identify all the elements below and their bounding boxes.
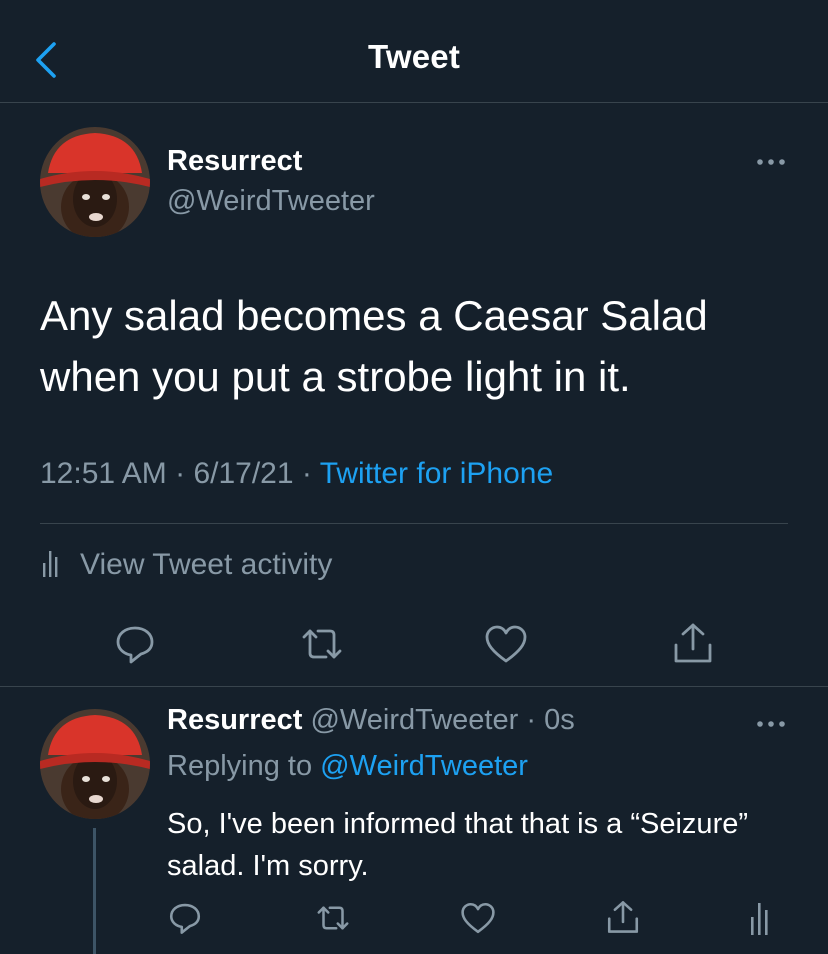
more-icon	[757, 721, 785, 727]
replying-to: Replying to @WeirdTweeter	[167, 750, 528, 783]
meta-separator: ·	[175, 457, 186, 490]
reply-avatar[interactable]	[40, 709, 150, 819]
thread-connector-line	[93, 828, 96, 954]
tweet-time: 12:51 AM	[40, 457, 167, 490]
reply-text: So, I've been informed that that is a “S…	[167, 808, 749, 882]
retweet-icon	[317, 906, 349, 930]
reply-author-handle[interactable]: @WeirdTweeter	[310, 704, 518, 736]
author-name[interactable]: Resurrect	[167, 145, 302, 178]
share-button[interactable]	[672, 621, 714, 665]
view-tweet-activity-button[interactable]: View Tweet activity	[40, 548, 332, 585]
reply-icon	[116, 626, 154, 664]
reply-reply-button[interactable]	[168, 901, 202, 935]
reply-button[interactable]	[114, 623, 156, 665]
divider	[40, 523, 788, 524]
meta-separator: ·	[301, 457, 312, 490]
like-icon	[485, 625, 527, 663]
more-icon	[757, 159, 785, 165]
reply-share-button[interactable]	[606, 899, 640, 935]
header-divider	[0, 102, 828, 103]
avatar-image	[40, 709, 150, 819]
avatar[interactable]	[40, 127, 150, 237]
thread-divider	[0, 686, 828, 687]
replying-to-mention-link[interactable]: @WeirdTweeter	[320, 750, 528, 782]
reply-author-name[interactable]: Resurrect	[167, 704, 302, 736]
reply-icon	[169, 903, 201, 934]
tweet-date: 6/17/21	[193, 457, 294, 490]
tweet-source-link[interactable]: Twitter for iPhone	[320, 457, 553, 490]
reply-analytics-button[interactable]	[748, 901, 770, 935]
tweet-meta: 12:51 AM · 6/17/21 · Twitter for iPhone	[40, 457, 553, 491]
author-handle[interactable]: @WeirdTweeter	[167, 185, 375, 218]
more-options-button[interactable]	[752, 152, 792, 172]
reply-header: Resurrect @WeirdTweeter · 0s	[167, 704, 575, 737]
reply-more-options-button[interactable]	[752, 714, 792, 734]
activity-label: View Tweet activity	[80, 548, 333, 581]
reply-time: 0s	[544, 704, 575, 736]
replying-to-label: Replying to	[167, 750, 313, 782]
analytics-icon	[40, 549, 60, 585]
reply-retweet-button[interactable]	[314, 901, 352, 935]
like-icon	[461, 902, 495, 934]
meta-separator: ·	[526, 704, 537, 736]
reply-like-button[interactable]	[460, 901, 496, 935]
like-button[interactable]	[484, 623, 528, 665]
tweet-text: Any salad becomes a Caesar Salad when yo…	[40, 292, 708, 400]
share-icon	[607, 901, 639, 933]
page-title: Tweet	[367, 38, 461, 75]
avatar-image	[40, 127, 150, 237]
retweet-button[interactable]	[298, 623, 346, 665]
analytics-icon	[751, 903, 768, 935]
retweet-icon	[302, 629, 342, 659]
share-icon	[674, 623, 712, 663]
